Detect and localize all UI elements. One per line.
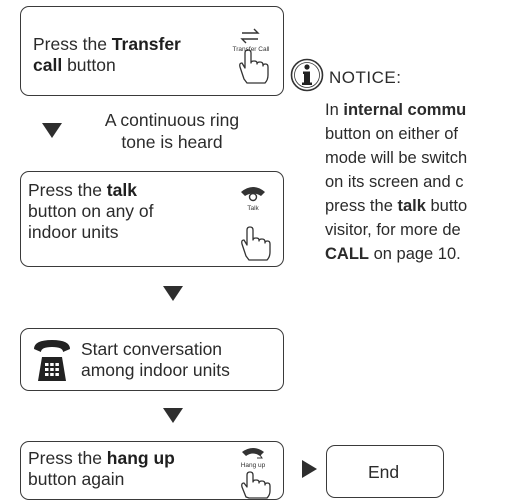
end-box: End [326,445,444,498]
text-fragment: Start conversation [81,339,223,359]
step-talk-box: Press the talk button on any of indoor u… [20,171,284,267]
text-fragment: on page 10. [369,245,461,263]
telephone-icon [30,337,74,383]
ring-note-line: tone is heard [121,132,223,152]
bold-transfer: Transfer [111,34,181,54]
text-fragment: butto [425,197,468,215]
flow-arrow-down-2 [163,286,183,301]
talk-icon-label: Talk [247,205,259,212]
flow-arrow-down-1 [42,123,62,138]
bold-hang-up: hang up [106,448,175,468]
bold-talk-notice: talk [397,197,426,215]
text-fragment: indoor units [28,222,119,242]
bold-talk: talk [106,180,137,200]
transfer-call-icon-label: Transfer Call [232,46,270,53]
talk-handset-hand-icon: Talk [229,180,277,262]
step-hang-up-box: Press the hang up button again Hang up [20,441,284,500]
text-fragment: among indoor units [81,360,230,380]
info-icon [290,58,324,92]
notice-line-1: In internal commu [325,98,467,122]
step-hang-up-text: Press the hang up button again [28,448,218,490]
notice-line-2: button on either of [325,125,459,143]
ring-note-line: A continuous ring [104,110,240,130]
step-transfer-call-box: Press the Transfer call button Transfer … [20,6,284,96]
ring-tone-note: A continuous ring tone is heard [82,109,262,153]
flow-arrow-down-3 [163,408,183,423]
transfer-call-hand-icon: Transfer Call [227,19,275,89]
step-talk-text: Press the talk button on any of indoor u… [28,180,218,243]
text-fragment: In [325,101,344,119]
bold-call-ref: CALL [325,245,369,263]
step-conversation-text: Start conversation among indoor units [81,339,281,381]
notice-line-6: visitor, for more de [325,221,461,239]
flow-arrow-right [302,460,317,478]
step-transfer-call-text: Press the Transfer call button [33,34,223,76]
notice-line-4: on its screen and c [325,173,464,191]
notice-line-3: mode will be switch [325,149,468,167]
hang-up-handset-hand-icon: Hang up [229,445,277,499]
text-fragment: Press the [33,34,112,54]
text-fragment: press the [325,197,398,215]
notice-title: NOTICE: [329,68,402,87]
step-conversation-box: Start conversation among indoor units [20,328,284,391]
text-fragment: button on any of [28,201,154,221]
notice-line-5: press the talk butto [325,194,467,218]
notice-line-7: CALL on page 10. [325,242,467,266]
end-label: End [368,462,400,482]
bold-internal-communication: internal commu [343,101,467,119]
notice-body: In internal commu button on either of mo… [325,98,467,266]
text-fragment: button again [28,469,125,489]
text-fragment: Press the [28,448,107,468]
text-fragment: button [62,55,116,75]
bold-call: call [33,55,63,75]
text-fragment: Press the [28,180,107,200]
hang-up-icon-label: Hang up [240,462,266,469]
